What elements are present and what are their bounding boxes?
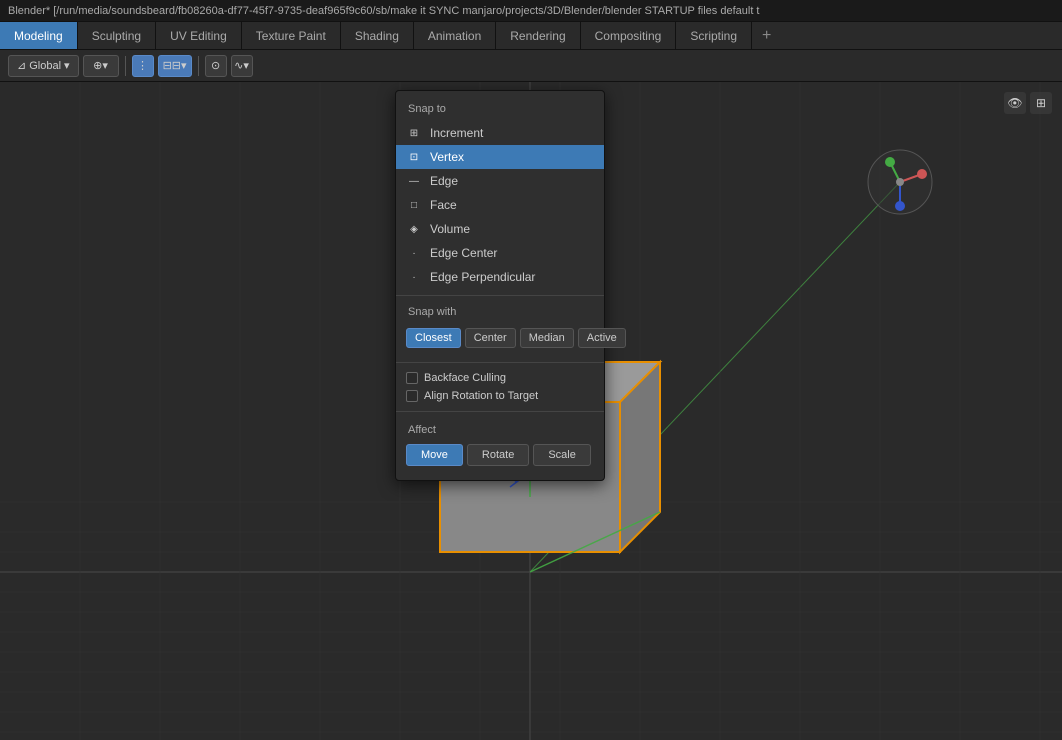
pivot-dropdown[interactable]: ⊕ ▾ [83, 55, 119, 77]
snap-icon: ⋮ [137, 59, 148, 72]
panel-divider-2 [396, 362, 604, 363]
snap-with-active-button[interactable]: Active [578, 328, 626, 348]
falloff-icon: ∿ [234, 59, 243, 72]
snap-with-center-button[interactable]: Center [465, 328, 516, 348]
snap-to-label: Snap to [396, 99, 604, 121]
orientation-label: Global [29, 60, 61, 72]
snap-item-edge-center[interactable]: · Edge Center [396, 241, 604, 265]
proportional-icon: ⊙ [211, 59, 220, 72]
snap-item-label-increment: Increment [430, 126, 483, 140]
viewport[interactable]: Snap to ⊞ Increment ⊡ Vertex — Edge □ Face ◈ Volu… [0, 82, 1062, 740]
pivot-icon: ⊕ [93, 59, 102, 72]
tab-sculpting[interactable]: Sculpting [78, 22, 156, 49]
affect-scale-button[interactable]: Scale [533, 444, 591, 466]
snap-item-icon-vertex: ⊡ [406, 149, 422, 165]
snap-item-edge[interactable]: — Edge [396, 169, 604, 193]
snap-chevron-icon: ▾ [181, 59, 187, 72]
snap-item-icon-volume: ◈ [406, 221, 422, 237]
snap-item-label-edge: Edge [430, 174, 458, 188]
checkbox-box-backface-culling [406, 372, 418, 384]
chevron-down-icon: ▾ [64, 59, 70, 72]
panel-divider-3 [396, 411, 604, 412]
snap-item-icon-edge-center: · [406, 245, 422, 261]
snap-panel: Snap to ⊞ Increment ⊡ Vertex — Edge □ Face ◈ Volu… [395, 90, 605, 481]
pivot-chevron-icon: ▾ [102, 59, 108, 72]
snap-item-label-face: Face [430, 198, 457, 212]
proportional-edit-button[interactable]: ⊙ [205, 55, 227, 77]
snap-item-label-vertex: Vertex [430, 150, 464, 164]
affect-move-button[interactable]: Move [406, 444, 463, 466]
checkbox-align-rotation[interactable]: Align Rotation to Target [396, 387, 604, 405]
snap-with-median-button[interactable]: Median [520, 328, 574, 348]
snap-items-list: ⊞ Increment ⊡ Vertex — Edge □ Face ◈ Volume · Edge … [396, 121, 604, 289]
snap-with-buttons-row: ClosestCenterMedianActive [396, 324, 604, 356]
add-tab-button[interactable]: + [752, 22, 781, 49]
tab-modeling[interactable]: Modeling [0, 22, 78, 49]
separator-2 [198, 56, 199, 76]
orientation-icon: ⊿ [17, 59, 26, 72]
falloff-chevron-icon: ▾ [243, 59, 249, 72]
snap-item-icon-edge-perpendicular: · [406, 269, 422, 285]
viewport-shading-button[interactable]: 👁 [1004, 92, 1026, 114]
snap-item-icon-face: □ [406, 197, 422, 213]
tab-uv-editing[interactable]: UV Editing [156, 22, 242, 49]
separator-1 [125, 56, 126, 76]
tab-compositing[interactable]: Compositing [581, 22, 677, 49]
orientation-dropdown[interactable]: ⊿ Global ▾ [8, 55, 79, 77]
affect-buttons-row: MoveRotateScale [396, 440, 604, 472]
viewport-overlay-buttons: 👁 ⊞ [1004, 92, 1052, 114]
tab-scripting[interactable]: Scripting [676, 22, 752, 49]
snap-with-label: Snap with [396, 302, 604, 324]
snap-item-label-volume: Volume [430, 222, 470, 236]
title-text: Blender* [/run/media/soundsbeard/fb08260… [8, 5, 760, 17]
tab-rendering[interactable]: Rendering [496, 22, 580, 49]
snap-item-icon-increment: ⊞ [406, 125, 422, 141]
toolbar: ⊿ Global ▾ ⊕ ▾ ⋮ ⊟⊟ ▾ ⊙ ∿ ▾ [0, 50, 1062, 82]
snap-item-increment[interactable]: ⊞ Increment [396, 121, 604, 145]
proportional-falloff-button[interactable]: ∿ ▾ [231, 55, 253, 77]
checkboxes-container: Backface Culling Align Rotation to Target [396, 369, 604, 405]
snap-toggle-button[interactable]: ⋮ [132, 55, 154, 77]
tab-shading[interactable]: Shading [341, 22, 414, 49]
checkbox-backface-culling[interactable]: Backface Culling [396, 369, 604, 387]
title-bar: Blender* [/run/media/soundsbeard/fb08260… [0, 0, 1062, 22]
checkbox-label-backface-culling: Backface Culling [424, 372, 506, 384]
affect-rotate-button[interactable]: Rotate [467, 444, 529, 466]
snap-grid-icon: ⊟⊟ [163, 59, 181, 72]
snap-item-volume[interactable]: ◈ Volume [396, 217, 604, 241]
panel-divider-1 [396, 295, 604, 296]
tab-animation[interactable]: Animation [414, 22, 496, 49]
snap-with-closest-button[interactable]: Closest [406, 328, 461, 348]
tab-texture-paint[interactable]: Texture Paint [242, 22, 341, 49]
snap-item-edge-perpendicular[interactable]: · Edge Perpendicular [396, 265, 604, 289]
viewport-overlay-button[interactable]: ⊞ [1030, 92, 1052, 114]
snap-options-button[interactable]: ⊟⊟ ▾ [158, 55, 192, 77]
snap-item-label-edge-center: Edge Center [430, 246, 497, 260]
checkbox-box-align-rotation [406, 390, 418, 402]
snap-item-label-edge-perpendicular: Edge Perpendicular [430, 270, 535, 284]
snap-item-vertex[interactable]: ⊡ Vertex [396, 145, 604, 169]
snap-item-face[interactable]: □ Face [396, 193, 604, 217]
checkbox-label-align-rotation: Align Rotation to Target [424, 390, 538, 402]
snap-item-icon-edge: — [406, 173, 422, 189]
affect-label: Affect [396, 418, 604, 440]
tab-bar: ModelingSculptingUV EditingTexture Paint… [0, 22, 1062, 50]
